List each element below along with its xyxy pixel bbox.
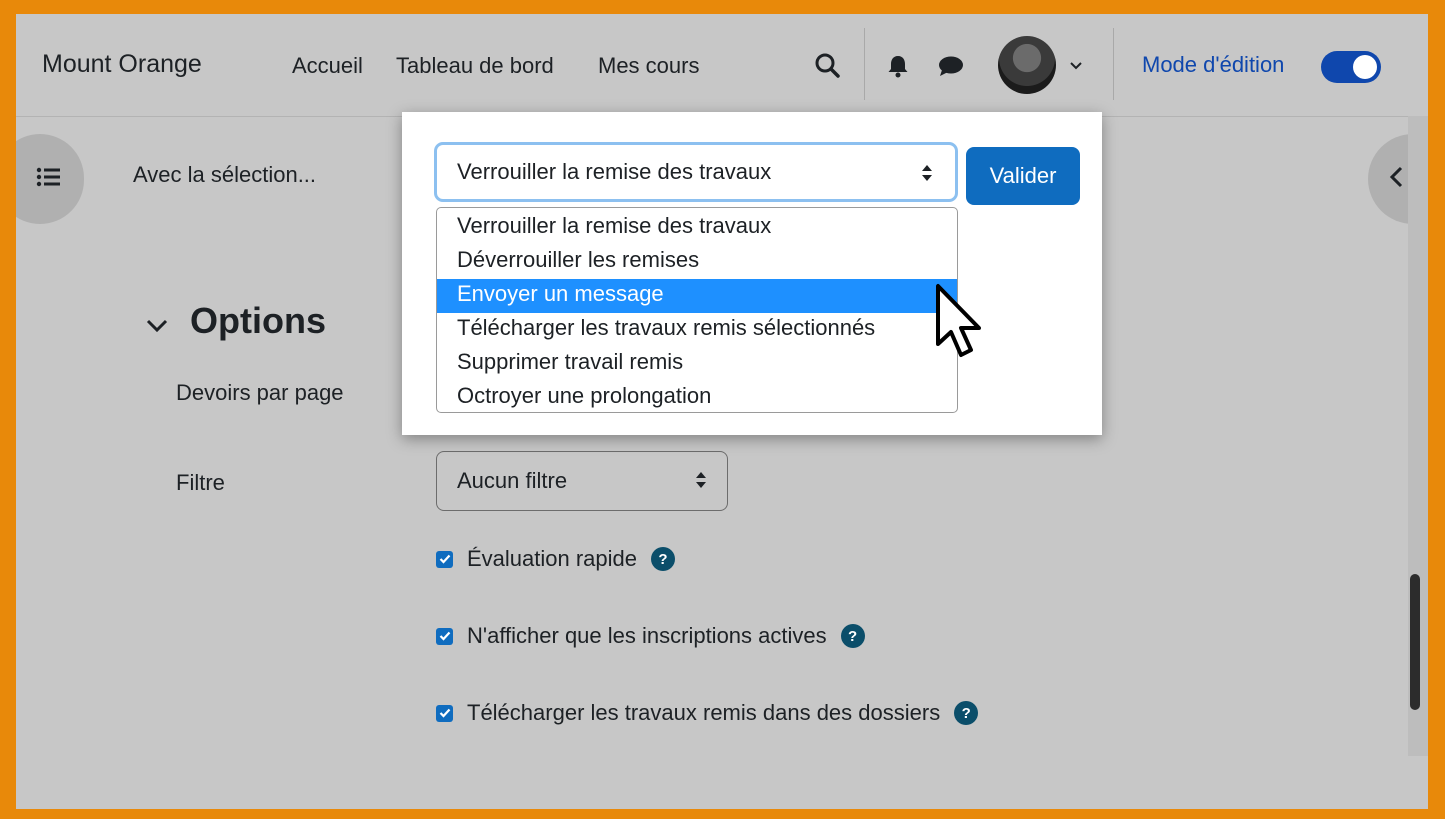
per-page-label: Devoirs par page [176, 380, 344, 405]
bulk-action-select[interactable]: Verrouiller la remise des travaux [434, 142, 958, 202]
mouse-pointer-icon [934, 282, 990, 367]
option-delete-submission[interactable]: Supprimer travail remis [437, 347, 957, 381]
option-send-message[interactable]: Envoyer un message [437, 279, 957, 313]
options-title: Options [190, 300, 326, 341]
help-icon[interactable]: ? [840, 624, 865, 648]
toggle-knob [1353, 55, 1377, 79]
site-brand[interactable]: Mount Orange [42, 50, 202, 79]
checkbox-checked[interactable] [436, 627, 453, 645]
nav-tableau-de-bord[interactable]: Tableau de bord [396, 53, 554, 79]
course-index-button[interactable] [16, 134, 84, 224]
checkbox-checked[interactable] [436, 704, 453, 722]
select-arrows-icon [921, 163, 933, 189]
chat-icon[interactable] [936, 52, 966, 80]
bulk-action-popup: Verrouiller la remise des travaux Valide… [402, 112, 1102, 435]
nav-accueil[interactable]: Accueil [292, 53, 363, 79]
check-label: N'afficher que les inscriptions actives [467, 623, 827, 648]
options-section-header[interactable]: Options [146, 300, 326, 342]
chevron-down-icon [146, 300, 168, 342]
bulk-action-label: Avec la sélection... [133, 162, 317, 187]
filter-select[interactable]: Aucun filtre [436, 451, 728, 511]
chevron-down-icon[interactable] [1066, 56, 1086, 76]
help-icon[interactable]: ? [954, 701, 979, 725]
top-navbar: Mount Orange Accueil Tableau de bord Mes… [16, 14, 1428, 117]
bulk-action-selected: Verrouiller la remise des travaux [457, 159, 772, 184]
edit-mode-label: Mode d'édition [1142, 52, 1285, 77]
filter-select-value: Aucun filtre [457, 468, 568, 493]
check-label: Télécharger les travaux remis dans des d… [467, 700, 941, 725]
scrollbar-thumb[interactable] [1410, 574, 1420, 710]
nav-divider [864, 28, 865, 100]
check-active-enrolments[interactable]: N'afficher que les inscriptions actives … [436, 623, 865, 649]
help-icon[interactable]: ? [651, 547, 676, 571]
option-download-selected[interactable]: Télécharger les travaux remis sélectionn… [437, 313, 957, 347]
page-frame: Mount Orange Accueil Tableau de bord Mes… [16, 14, 1428, 809]
check-quick-grading[interactable]: Évaluation rapide ? [436, 546, 676, 572]
user-avatar[interactable] [998, 36, 1056, 94]
option-grant-extension[interactable]: Octroyer une prolongation [437, 381, 957, 412]
bell-icon[interactable] [884, 52, 912, 80]
option-unlock[interactable]: Déverrouiller les remises [437, 245, 957, 279]
edit-mode-toggle[interactable] [1321, 51, 1381, 83]
check-download-folders[interactable]: Télécharger les travaux remis dans des d… [436, 700, 979, 726]
bulk-action-options: Verrouiller la remise des travaux Déverr… [436, 207, 958, 413]
search-icon[interactable] [812, 50, 842, 80]
nav-mes-cours[interactable]: Mes cours [598, 53, 699, 79]
option-lock[interactable]: Verrouiller la remise des travaux [437, 211, 957, 245]
valider-button[interactable]: Valider [966, 147, 1080, 205]
select-arrows-icon [695, 470, 707, 496]
list-icon [36, 166, 62, 193]
chevron-left-icon [1388, 165, 1404, 194]
nav-divider [1113, 28, 1114, 100]
checkbox-checked[interactable] [436, 550, 453, 568]
check-label: Évaluation rapide [467, 546, 638, 571]
filter-label: Filtre [176, 470, 225, 495]
